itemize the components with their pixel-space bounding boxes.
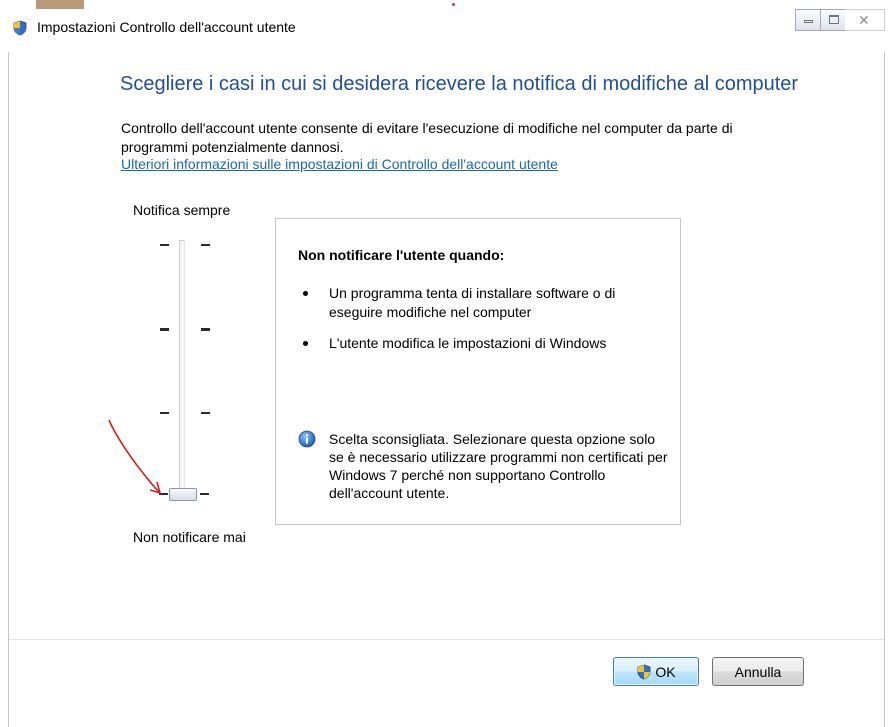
close-button[interactable]: ✕ (845, 9, 885, 31)
panel-note: Scelta sconsigliata. Selezionare questa … (329, 431, 668, 501)
window-frame-left (8, 52, 9, 727)
cancel-button[interactable]: Annulla (712, 657, 804, 686)
background-dot (452, 3, 455, 6)
slider-tick-level-2-right (201, 412, 210, 414)
panel-bullet-item: L'utente modifica le impostazioni di Win… (298, 334, 659, 353)
title-bar[interactable]: Impostazioni Controllo dell'account uten… (0, 0, 893, 52)
slider-top-label: Notifica sempre (133, 202, 231, 218)
ok-button-label: OK (655, 663, 676, 680)
page-description: Controllo dell'account utente consente d… (121, 120, 733, 155)
notification-level-slider-thumb[interactable] (169, 488, 197, 501)
notification-level-slider-track[interactable] (179, 240, 185, 494)
uac-shield-icon (637, 664, 651, 679)
bullet-dot (303, 291, 308, 296)
uac-shield-icon (13, 20, 27, 36)
panel-bullet-list: Un programma tenta di installare softwar… (298, 284, 668, 365)
info-icon (298, 430, 316, 448)
caption-buttons: ✕ (795, 9, 885, 33)
close-icon: ✕ (858, 12, 870, 28)
more-info-link[interactable]: Ulteriori informazioni sulle impostazion… (121, 156, 558, 172)
minimize-button[interactable] (795, 9, 821, 31)
panel-title: Non notificare l'utente quando: (298, 247, 505, 263)
maximize-button[interactable] (820, 9, 846, 31)
window-title: Impostazioni Controllo dell'account uten… (37, 19, 296, 35)
bullet-text: Un programma tenta di installare softwar… (329, 285, 616, 320)
panel-bullet-item: Un programma tenta di installare softwar… (298, 284, 659, 322)
red-annotation-arrow-icon (108, 419, 162, 495)
slider-tick-level-4-right (201, 244, 210, 246)
window-frame-right (884, 52, 885, 727)
level-description-panel: Non notificare l'utente quando: Un progr… (275, 218, 681, 525)
slider-tick-level-4-left (160, 244, 169, 246)
bullet-dot (303, 341, 308, 346)
background-strip (36, 0, 84, 9)
slider-tick-level-3-right (201, 328, 210, 331)
page-heading: Scegliere i casi in cui si desidera rice… (120, 73, 799, 95)
uac-settings-window: Impostazioni Controllo dell'account uten… (0, 0, 893, 727)
bullet-text: L'utente modifica le impostazioni di Win… (329, 335, 607, 351)
slider-tick-level-3-left (160, 328, 169, 331)
ok-button[interactable]: OK (613, 657, 699, 686)
dialog-footer: OK Annulla (9, 640, 884, 727)
slider-tick-level-2-left (160, 412, 169, 414)
cancel-button-label: Annulla (734, 663, 782, 680)
slider-tick-level-1-right (200, 493, 209, 495)
slider-bottom-label: Non notificare mai (133, 529, 246, 545)
